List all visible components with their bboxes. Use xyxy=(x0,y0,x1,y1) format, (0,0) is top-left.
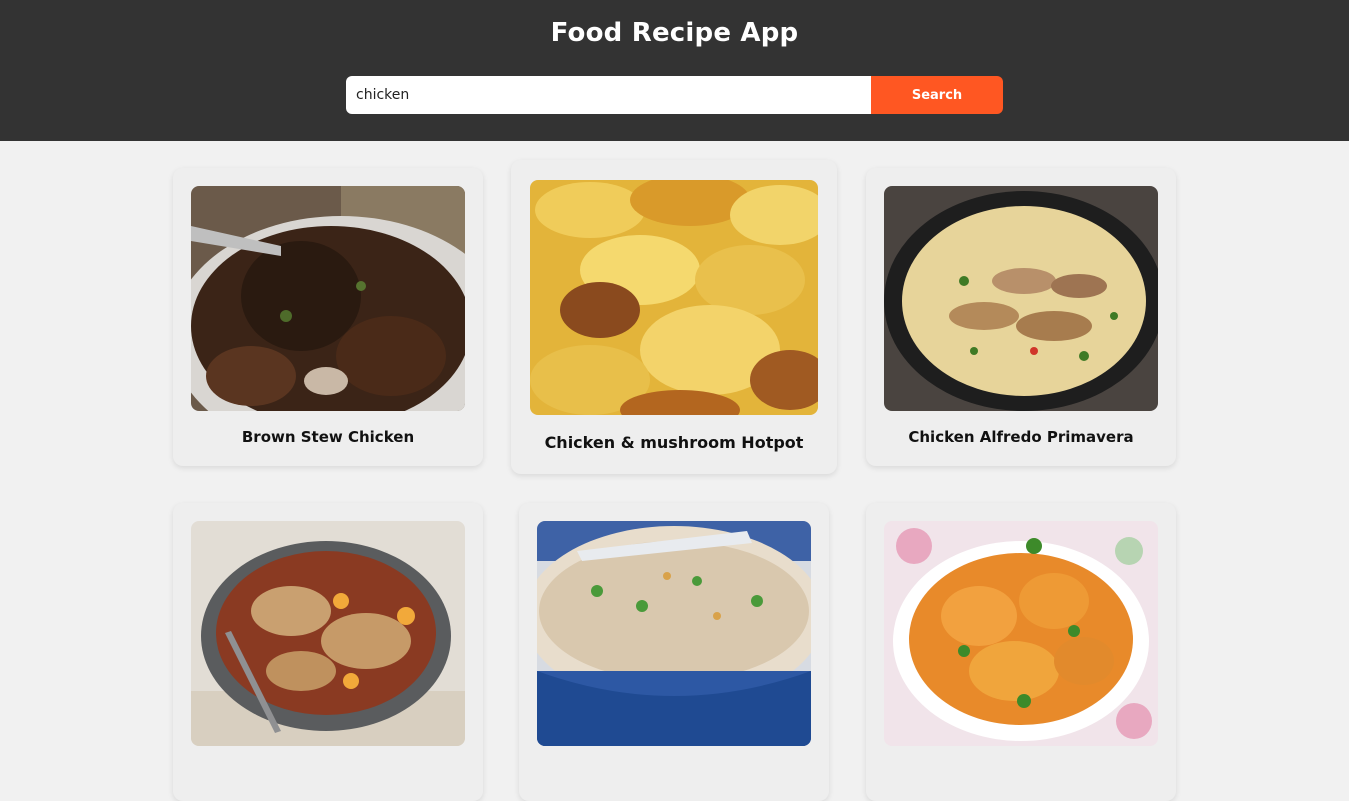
recipe-image[interactable] xyxy=(191,521,465,746)
recipe-title: Chicken Alfredo Primavera xyxy=(908,428,1134,446)
recipe-card[interactable] xyxy=(866,503,1176,801)
app-header: Food Recipe App Search xyxy=(0,0,1349,141)
recipe-image[interactable] xyxy=(191,186,465,411)
recipe-image[interactable] xyxy=(530,180,818,415)
recipe-title: Chicken & mushroom Hotpot xyxy=(544,433,804,452)
recipe-image[interactable] xyxy=(884,186,1158,411)
recipe-card[interactable]: Chicken & mushroom Hotpot xyxy=(511,160,837,474)
search-input[interactable] xyxy=(346,76,871,114)
search-bar: Search xyxy=(346,76,1003,114)
recipe-card[interactable]: Chicken Alfredo Primavera xyxy=(866,168,1176,466)
recipe-card[interactable]: Brown Stew Chicken xyxy=(173,168,483,466)
search-button[interactable]: Search xyxy=(871,76,1003,114)
recipe-title: Brown Stew Chicken xyxy=(241,428,415,446)
app-title: Food Recipe App xyxy=(550,18,799,48)
recipe-image[interactable] xyxy=(537,521,811,746)
recipe-card[interactable] xyxy=(519,503,829,801)
recipe-image[interactable] xyxy=(884,521,1158,746)
recipe-card[interactable] xyxy=(173,503,483,801)
